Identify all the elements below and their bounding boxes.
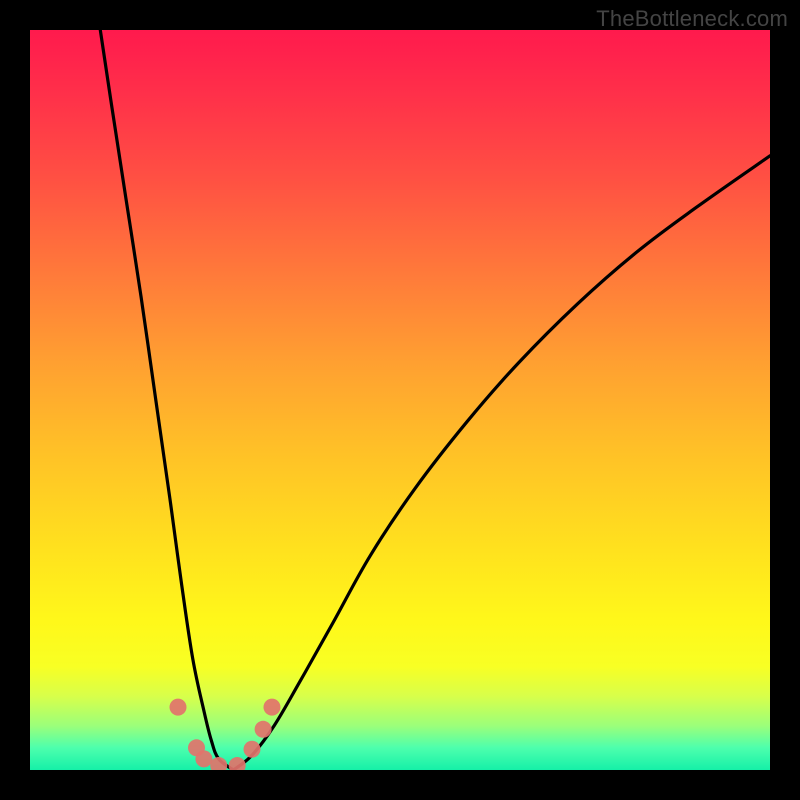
marker-group (170, 699, 281, 770)
marker-dot (244, 741, 261, 758)
plot-area (30, 30, 770, 770)
marker-dot (170, 699, 187, 716)
marker-dot (210, 757, 227, 770)
curve-layer (30, 30, 770, 770)
curve-group (100, 30, 770, 770)
series-left-branch (100, 30, 233, 770)
marker-dot (255, 721, 272, 738)
series-right-branch (234, 156, 771, 770)
marker-dot (263, 699, 280, 716)
marker-dot (195, 750, 212, 767)
watermark-text: TheBottleneck.com (596, 6, 788, 32)
chart-frame: TheBottleneck.com (0, 0, 800, 800)
marker-dot (229, 757, 246, 770)
